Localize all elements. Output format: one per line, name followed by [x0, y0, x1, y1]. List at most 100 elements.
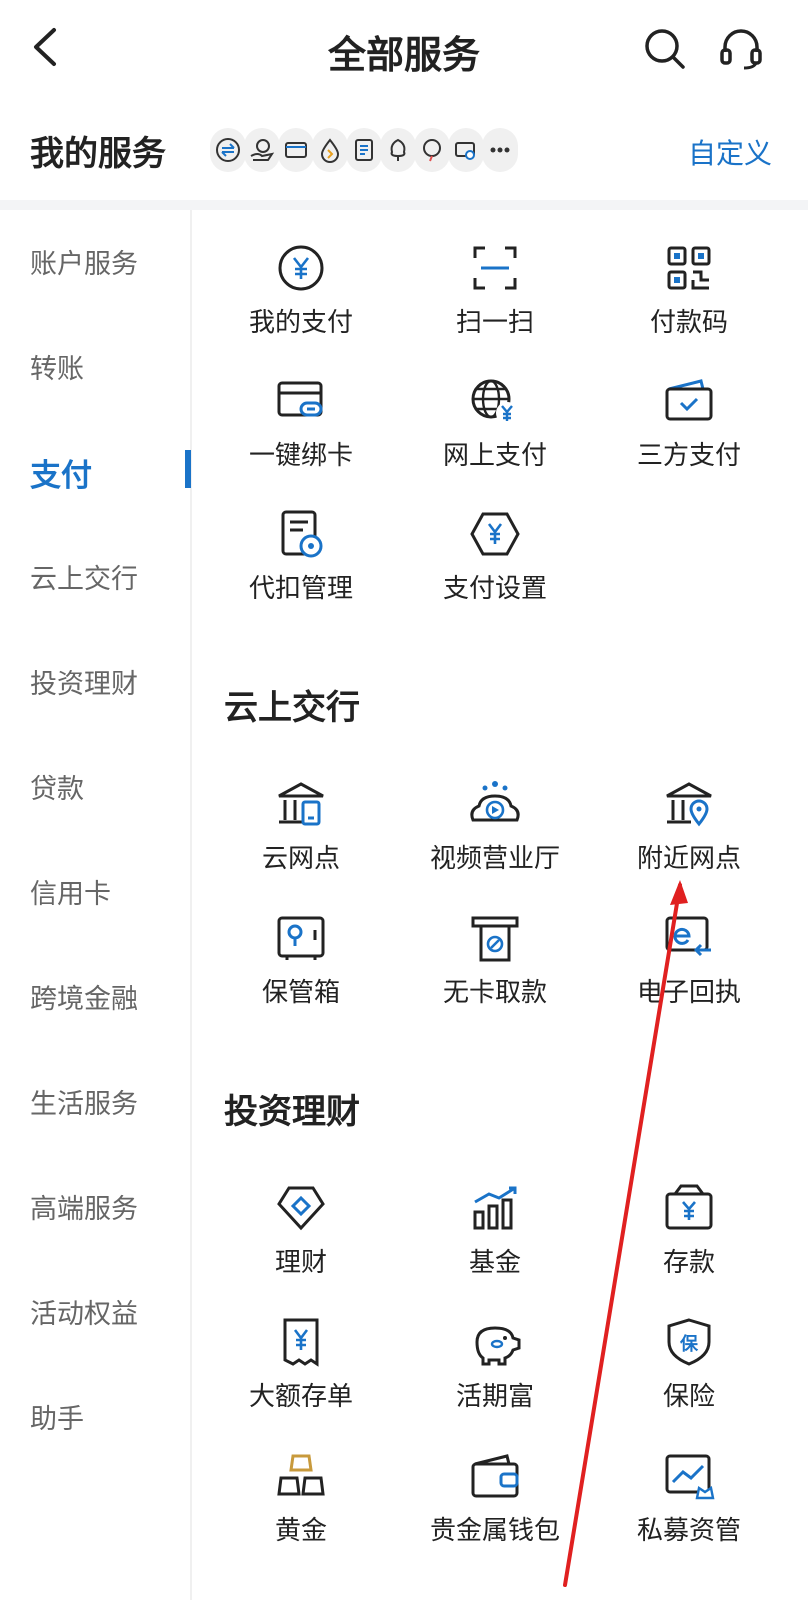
- bank-location-icon: [666, 782, 712, 827]
- service-private-fund[interactable]: 私募资管: [592, 1448, 786, 1558]
- service-label: 网上支付: [442, 441, 547, 471]
- service-label: 付款码: [649, 308, 728, 338]
- service-label: 黄金: [274, 1516, 327, 1546]
- customize-button[interactable]: 自定义: [688, 132, 772, 172]
- svg-text:保: 保: [679, 1333, 699, 1355]
- service-third-party-payment[interactable]: 三方支付: [592, 373, 786, 483]
- service-label: 基金: [468, 1248, 521, 1278]
- tree-icon[interactable]: [380, 128, 416, 172]
- atm-icon: [471, 916, 519, 962]
- service-label: 活期富: [455, 1382, 534, 1412]
- video-cloud-icon: [470, 781, 520, 822]
- service-label: 保管箱: [261, 978, 340, 1008]
- service-label: 私募资管: [636, 1516, 741, 1546]
- bank-phone-icon: [278, 782, 324, 826]
- service-nearby-branch[interactable]: 附近网点: [592, 776, 786, 886]
- service-label: 扫一扫: [455, 308, 534, 338]
- service-auto-debit[interactable]: 代扣管理: [204, 506, 398, 616]
- sidebar-item-rewards[interactable]: 活动权益: [30, 1292, 138, 1331]
- sidebar-item-loan[interactable]: 贷款: [30, 767, 84, 806]
- section-title-investment: 投资理财: [224, 1092, 360, 1132]
- service-bind-card[interactable]: 一键绑卡: [204, 373, 398, 483]
- document-gear-icon: [281, 510, 323, 558]
- sidebar-item-investment[interactable]: 投资理财: [30, 662, 138, 701]
- diamond-icon: [277, 1186, 325, 1231]
- my-services-bar: 我的服务 自定义: [0, 100, 808, 200]
- sidebar-item-payment[interactable]: 支付: [30, 450, 92, 495]
- shield-insurance-icon: 保: [667, 1318, 711, 1366]
- sidebar-item-credit-card[interactable]: 信用卡: [30, 872, 111, 911]
- sidebar-active-indicator: [185, 450, 191, 488]
- sidebar-item-cross-border[interactable]: 跨境金融: [30, 977, 138, 1016]
- card-link-icon[interactable]: [448, 128, 484, 172]
- section-title-cloud-bank: 云上交行: [224, 688, 360, 728]
- service-label: 无卡取款: [442, 978, 547, 1008]
- sidebar-item-cloud-bank[interactable]: 云上交行: [30, 557, 138, 596]
- service-label: 理财: [274, 1248, 327, 1278]
- service-content: 我的支付 扫一扫 付款码 一键绑卡 网上支付 三方支付 代扣管理 支付设置 云上…: [192, 210, 808, 1600]
- my-services-title: 我的服务: [30, 134, 166, 174]
- sidebar-item-transfer[interactable]: 转账: [30, 347, 84, 386]
- service-label: 云网点: [261, 844, 340, 874]
- service-fund[interactable]: 基金: [398, 1180, 592, 1290]
- sidebar-item-life-services[interactable]: 生活服务: [30, 1082, 138, 1121]
- headset-icon[interactable]: [716, 24, 766, 74]
- sidebar-item-account[interactable]: 账户服务: [30, 242, 138, 281]
- service-label: 电子回执: [636, 978, 741, 1008]
- service-online-payment[interactable]: 网上支付: [398, 373, 592, 483]
- transfer-icon[interactable]: [210, 128, 246, 172]
- bill-icon[interactable]: [346, 128, 382, 172]
- service-label: 我的支付: [248, 308, 353, 338]
- service-large-cd[interactable]: 大额存单: [204, 1314, 398, 1424]
- service-current-plus[interactable]: 活期富: [398, 1314, 592, 1424]
- service-label: 支付设置: [442, 574, 547, 604]
- service-video-hall[interactable]: 视频营业厅: [398, 776, 592, 886]
- service-e-receipt[interactable]: 电子回执: [592, 910, 786, 1020]
- service-label: 视频营业厅: [429, 844, 560, 874]
- service-precious-metal-wallet[interactable]: 贵金属钱包: [398, 1448, 592, 1558]
- service-label: 一键绑卡: [248, 441, 353, 471]
- my-services-shortcuts[interactable]: [210, 124, 518, 176]
- yen-circle-icon: [278, 245, 324, 291]
- service-payment-settings[interactable]: 支付设置: [398, 506, 592, 616]
- e-receipt-icon: [665, 916, 711, 957]
- service-label: 三方支付: [636, 441, 741, 471]
- search-icon[interactable]: [640, 24, 690, 74]
- piggy-bank-icon: [475, 1326, 521, 1366]
- more-icon[interactable]: [482, 128, 518, 172]
- hexagon-yen-icon: [470, 512, 520, 556]
- qr-code-icon: [667, 246, 711, 290]
- service-scan[interactable]: 扫一扫: [398, 240, 592, 350]
- scan-icon: [473, 246, 517, 290]
- category-sidebar: 账户服务 转账 支付 云上交行 投资理财 贷款 信用卡 跨境金融 生活服务 高端…: [0, 210, 192, 1600]
- service-label: 保险: [662, 1382, 715, 1412]
- service-deposit[interactable]: 存款: [592, 1180, 786, 1290]
- service-label: 代扣管理: [248, 574, 353, 604]
- service-wealth[interactable]: 理财: [204, 1180, 398, 1290]
- service-gold[interactable]: 黄金: [204, 1448, 398, 1558]
- service-label: 贵金属钱包: [429, 1516, 560, 1546]
- sidebar-item-premium[interactable]: 高端服务: [30, 1187, 138, 1226]
- hand-money-icon[interactable]: [244, 128, 280, 172]
- globe-yen-icon: [471, 379, 518, 424]
- card-icon[interactable]: [278, 128, 314, 172]
- service-label: 大额存单: [248, 1382, 353, 1412]
- service-insurance[interactable]: 保 保险: [592, 1314, 786, 1424]
- sidebar-item-assistant[interactable]: 助手: [30, 1397, 84, 1436]
- service-payment-code[interactable]: 付款码: [592, 240, 786, 350]
- service-safe-deposit[interactable]: 保管箱: [204, 910, 398, 1020]
- safe-box-icon: [277, 916, 325, 960]
- private-fund-icon: [665, 1454, 715, 1500]
- bar-chart-icon: [473, 1186, 517, 1230]
- service-cloud-branch[interactable]: 云网点: [204, 776, 398, 886]
- drop-icon[interactable]: [312, 128, 348, 172]
- receipt-yen-icon: [283, 1318, 319, 1367]
- section-divider: [0, 200, 808, 210]
- service-cardless-withdrawal[interactable]: 无卡取款: [398, 910, 592, 1020]
- deposit-bag-icon: [665, 1184, 713, 1230]
- gold-bars-icon: [277, 1454, 325, 1496]
- card-bind-icon: [277, 381, 323, 417]
- service-label: 附近网点: [636, 844, 741, 874]
- balloon-icon[interactable]: [414, 128, 450, 172]
- service-my-payment[interactable]: 我的支付: [204, 240, 398, 350]
